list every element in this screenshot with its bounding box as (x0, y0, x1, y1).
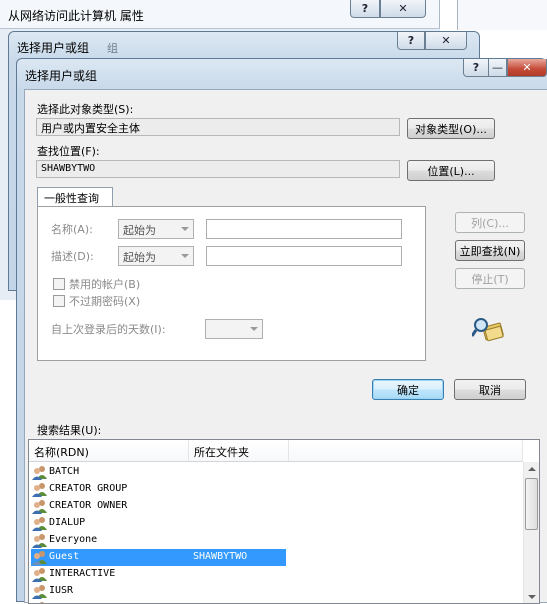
chevron-down-icon (250, 327, 258, 331)
result-name: CREATOR OWNER (49, 500, 128, 511)
window-title: 从网络访问此计算机 属性 (8, 9, 144, 23)
obscured-text: 组 (107, 42, 118, 55)
description-mode-value: 起始为 (123, 251, 156, 264)
description-label: 描述(D): (51, 250, 94, 263)
object-type-label: 选择此对象类型(S): (37, 103, 134, 116)
ok-button[interactable]: 确定 (372, 379, 444, 400)
help-button[interactable]: ? (350, 0, 380, 18)
column-header-empty (289, 440, 523, 462)
vertical-scrollbar[interactable] (523, 462, 539, 603)
user-group-icon (32, 551, 47, 565)
non-expiring-password-label: 不过期密码(X) (69, 295, 141, 308)
result-name: CREATOR GROUP (49, 483, 128, 494)
disabled-accounts-label: 禁用的帐户(B) (69, 278, 141, 291)
user-group-icon (32, 585, 47, 599)
chevron-down-icon (181, 227, 189, 231)
name-mode-select[interactable]: 起始为 (118, 219, 194, 239)
name-mode-value: 起始为 (123, 224, 156, 237)
days-since-logon-select[interactable] (205, 319, 263, 339)
query-panel: 名称(A): 起始为 描述(D): 起始为 禁用的帐户(B) 不过期密码(X) … (37, 206, 426, 361)
close-button[interactable]: ✕ (425, 32, 467, 50)
list-item[interactable]: Everyone (31, 532, 291, 549)
list-item[interactable]: BATCH (31, 464, 291, 481)
non-expiring-password-checkbox[interactable] (53, 295, 65, 307)
list-item[interactable]: IUSR (31, 583, 291, 600)
name-label: 名称(A): (51, 223, 93, 236)
cancel-button[interactable]: 取消 (454, 379, 526, 400)
scroll-up-arrow-icon[interactable] (528, 467, 536, 471)
user-group-icon (32, 483, 47, 497)
stop-button[interactable]: 停止(T) (455, 268, 525, 289)
dialog-title: 选择用户或组 (25, 69, 98, 83)
list-item[interactable]: CREATOR OWNER (31, 498, 291, 515)
list-item[interactable]: INTERACTIVE (31, 566, 291, 583)
column-header-name[interactable]: 名称(RDN) (29, 440, 189, 462)
close-button[interactable]: ✕ (507, 59, 547, 77)
result-name: INTERACTIVE (49, 568, 116, 579)
close-button[interactable]: ✕ (380, 0, 426, 18)
result-name: BATCH (49, 466, 80, 477)
name-input[interactable] (206, 219, 402, 239)
select-users-dialog: 选择用户或组 ? — ✕ 选择此对象类型(S): 用户或内置安全主体 对象类型(… (16, 58, 547, 604)
minimize-button[interactable]: — (489, 59, 507, 77)
chevron-down-icon (181, 254, 189, 258)
location-label: 查找位置(F): (37, 145, 100, 158)
location-field: SHAWBYTWO (36, 160, 400, 178)
user-group-icon (32, 534, 47, 548)
help-button[interactable]: ? (397, 32, 425, 50)
result-name: IUSR (49, 585, 74, 596)
locations-button[interactable]: 位置(L)... (407, 160, 495, 181)
description-input[interactable] (206, 246, 402, 266)
object-type-field: 用户或内置安全主体 (36, 118, 400, 136)
help-button[interactable]: ? (463, 59, 489, 77)
scrollbar-thumb[interactable] (525, 478, 538, 530)
search-results-list[interactable]: 名称(RDN) 所在文件夹 BATCH CREATOR GROUP CREATOR … (28, 439, 540, 604)
user-group-icon (32, 517, 47, 531)
object-types-button[interactable]: 对象类型(O)... (407, 118, 495, 139)
search-results-label: 搜索结果(U): (37, 424, 102, 437)
list-item[interactable]: CREATOR GROUP (31, 481, 291, 498)
user-group-icon (32, 568, 47, 582)
result-name: Guest (49, 551, 80, 562)
columns-button[interactable]: 列(C)... (455, 212, 525, 233)
search-magnifier-icon (472, 318, 504, 342)
dialog-body: 选择此对象类型(S): 用户或内置安全主体 对象类型(O)... 查找位置(F)… (24, 89, 547, 604)
list-item[interactable]: LOCAL SERVICE (31, 600, 291, 603)
scroll-down-arrow-icon[interactable] (528, 595, 536, 599)
disabled-accounts-checkbox[interactable] (53, 278, 65, 290)
user-group-icon (32, 500, 47, 514)
column-header-folder[interactable]: 所在文件夹 (189, 440, 289, 462)
tab-general-query[interactable]: 一般性查询 (37, 187, 113, 207)
days-since-logon-label: 自上次登录后的天数(I): (51, 323, 166, 336)
find-now-button[interactable]: 立即查找(N) (455, 240, 525, 261)
result-name: Everyone (49, 534, 98, 545)
result-name: DIALUP (49, 517, 86, 528)
description-mode-select[interactable]: 起始为 (118, 246, 194, 266)
list-item[interactable]: Guest SHAWBYTWO (31, 549, 286, 566)
list-item[interactable]: DIALUP (31, 515, 291, 532)
user-group-icon (32, 466, 47, 480)
background-window-edge (457, 0, 547, 30)
window-title: 选择用户或组 (17, 41, 90, 55)
result-folder: SHAWBYTWO (193, 551, 248, 562)
